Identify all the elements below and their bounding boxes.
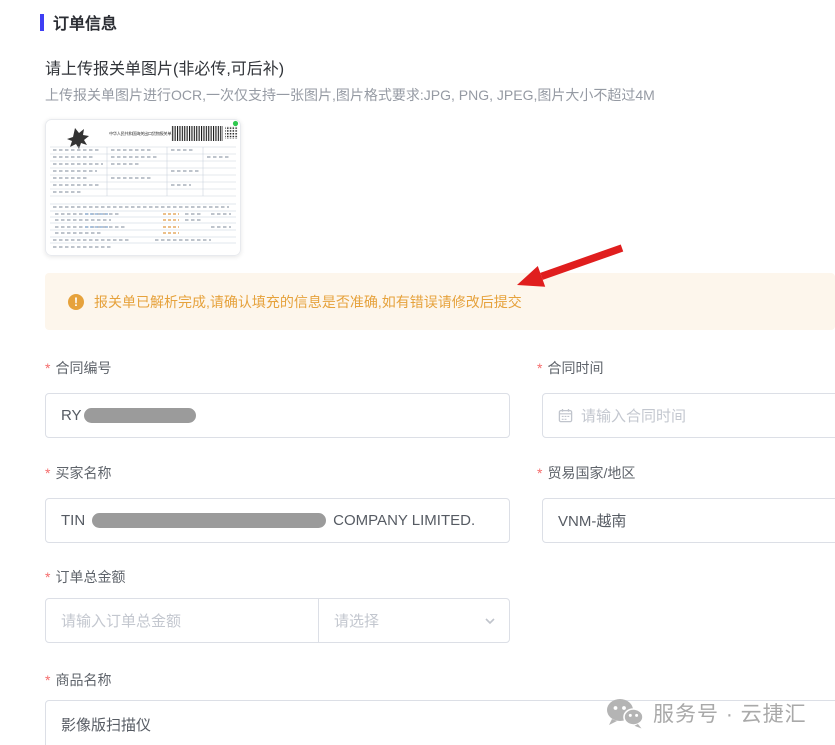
- order-amount-input[interactable]: 请输入订单总金额: [46, 599, 318, 642]
- chevron-down-icon: [483, 614, 497, 628]
- watermark: 服务号 · 云捷汇: [605, 697, 807, 729]
- watermark-text: 服务号 · 云捷汇: [653, 698, 807, 728]
- order-amount-placeholder: 请输入订单总金额: [61, 610, 181, 631]
- redaction-mask: [84, 408, 196, 423]
- alert-message: 报关单已解析完成,请确认填充的信息是否准确,如有错误请修改后提交: [94, 292, 522, 312]
- section-header: 订单信息: [40, 10, 117, 34]
- buyer-name-label-text: 买家名称: [55, 465, 111, 481]
- buyer-name-label: * 买家名称: [45, 463, 111, 483]
- contract-time-input[interactable]: 请输入合同时间: [542, 393, 835, 438]
- required-mark: *: [537, 360, 542, 376]
- contract-no-value: RY: [61, 407, 82, 424]
- qr-code: [225, 126, 238, 139]
- buyer-name-prefix: TIN: [61, 512, 85, 529]
- upload-title: 请上传报关单图片(非必传,可后补): [45, 55, 284, 79]
- status-dot: [233, 121, 238, 126]
- contract-time-placeholder: 请输入合同时间: [581, 405, 686, 426]
- warning-filled-icon: !: [68, 294, 84, 310]
- buyer-name-input[interactable]: TIN COMPANY LIMITED.: [45, 498, 510, 543]
- required-mark: *: [45, 465, 50, 481]
- product-name-value: 影像版扫描仪: [61, 714, 151, 735]
- customs-declaration-thumbnail[interactable]: 中华人民共和国海关出口货物报关单: [45, 119, 241, 256]
- contract-no-input[interactable]: RY: [45, 393, 510, 438]
- barcode: [171, 126, 223, 141]
- upload-hint: 上传报关单图片进行OCR,一次仅支持一张图片,图片格式要求:JPG, PNG, …: [45, 85, 655, 105]
- currency-select[interactable]: 请选择: [319, 599, 509, 642]
- required-mark: *: [45, 360, 50, 376]
- product-name-label: * 商品名称: [45, 670, 111, 690]
- customs-declaration-doc-image: 中华人民共和国海关出口货物报关单: [45, 119, 241, 256]
- trade-country-label: * 贸易国家/地区: [537, 463, 635, 483]
- ocr-result-alert: ! 报关单已解析完成,请确认填充的信息是否准确,如有错误请修改后提交: [45, 273, 835, 330]
- trade-country-label-text: 贸易国家/地区: [547, 465, 635, 481]
- currency-placeholder: 请选择: [334, 610, 379, 631]
- buyer-name-suffix: COMPANY LIMITED.: [333, 512, 475, 529]
- order-amount-label: * 订单总金额: [45, 567, 125, 587]
- contract-time-label: * 合同时间: [537, 358, 603, 378]
- contract-no-label-text: 合同编号: [55, 360, 111, 376]
- trade-country-value: VNM-越南: [558, 510, 626, 531]
- redaction-mask: [92, 513, 326, 528]
- order-amount-label-text: 订单总金额: [55, 569, 125, 585]
- page-title: 订单信息: [53, 10, 117, 34]
- required-mark: *: [537, 465, 542, 481]
- trade-country-input[interactable]: VNM-越南: [542, 498, 835, 543]
- contract-time-label-text: 合同时间: [547, 360, 603, 376]
- product-name-label-text: 商品名称: [55, 672, 111, 688]
- contract-no-label: * 合同编号: [45, 358, 111, 378]
- order-amount-group: 请输入订单总金额 请选择: [45, 598, 510, 643]
- wechat-icon: [605, 697, 645, 729]
- order-info-page: 订单信息 请上传报关单图片(非必传,可后补) 上传报关单图片进行OCR,一次仅支…: [0, 0, 835, 745]
- accent-bar: [40, 14, 44, 31]
- doc-title: 中华人民共和国海关出口货物报关单: [109, 130, 171, 137]
- required-mark: *: [45, 569, 50, 585]
- calendar-icon: [558, 408, 573, 423]
- required-mark: *: [45, 672, 50, 688]
